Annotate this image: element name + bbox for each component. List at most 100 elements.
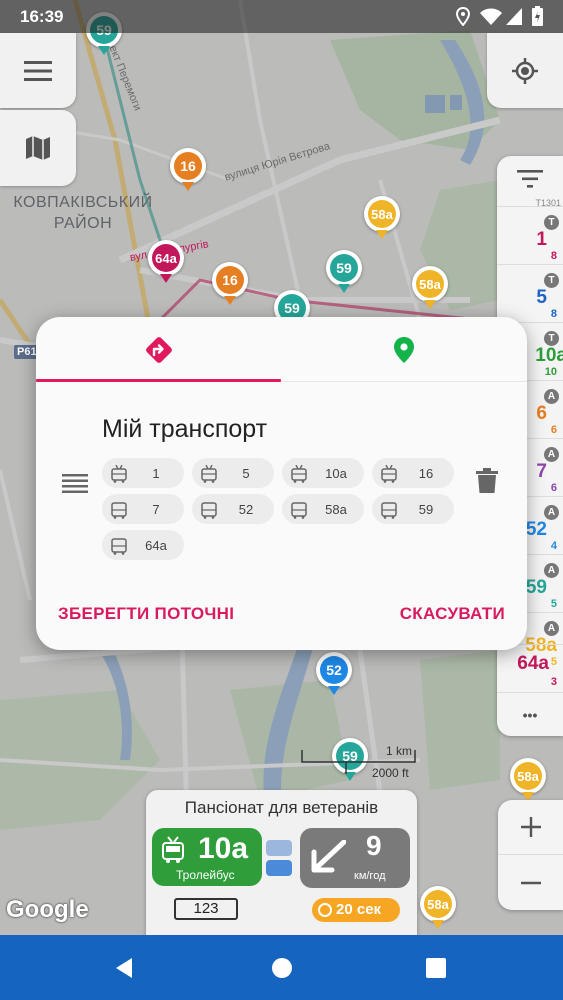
chip-label: 64а [145, 538, 167, 553]
route-type-badge: T [544, 331, 559, 346]
route-type-badge: T [544, 273, 559, 288]
chip-label: 7 [152, 502, 160, 517]
speed-value: 9 [366, 830, 382, 861]
pin-label: 16 [216, 266, 244, 294]
route-badge-10a[interactable]: 10а Тролейбус [152, 828, 262, 886]
route-number: 59 [525, 577, 547, 598]
route-row-64a[interactable]: 64а 3 [497, 644, 563, 690]
pin-label: 58а [424, 890, 452, 918]
trolleybus-icon [291, 465, 307, 483]
edit-group-dialog: Мій транспорт 1 5 10а 16 7 52 58а 59 64а [36, 317, 527, 650]
pin-label: 59 [330, 254, 358, 282]
route-chip-64a[interactable]: 64а [102, 530, 184, 560]
filter-button[interactable] [497, 156, 563, 202]
vehicle-pin[interactable]: 59 [326, 250, 362, 293]
route-chip-5[interactable]: 5 [192, 458, 274, 488]
status-bar: 16:39 [0, 0, 563, 33]
route-number: 64а [517, 653, 549, 674]
route-row-5[interactable]: T58 [497, 264, 563, 322]
back-icon[interactable] [114, 957, 134, 979]
hamburger-menu-icon [24, 60, 52, 81]
more-routes-button[interactable]: ••• [497, 692, 563, 736]
bus-icon [111, 502, 127, 519]
zoom-out-button[interactable] [498, 855, 563, 910]
route-count: 3 [550, 676, 557, 688]
route-chip-59[interactable]: 59 [372, 494, 454, 524]
map-scale: 1 km 2000 ft [300, 744, 420, 780]
vehicle-pin[interactable]: 52 [316, 652, 352, 695]
my-location-button[interactable] [487, 33, 563, 108]
signal-icon [506, 8, 522, 25]
route-number: 7 [536, 461, 547, 482]
vehicle-pin[interactable]: 58а [364, 196, 400, 239]
chip-label: 59 [418, 502, 434, 517]
zoom-in-button[interactable] [498, 800, 563, 855]
turn-right-icon [145, 337, 172, 363]
route-chip-10a[interactable]: 10а [282, 458, 364, 488]
route-chip-16[interactable]: 16 [372, 458, 454, 488]
tab-routes[interactable] [36, 317, 281, 383]
route-count: 6 [550, 482, 557, 494]
trash-icon [476, 468, 498, 493]
route-number: 5 [536, 287, 547, 308]
active-tab-indicator [36, 379, 281, 382]
route-count: 8 [550, 250, 557, 262]
route-chip-1[interactable]: 1 [102, 458, 184, 488]
vehicle-pin[interactable]: 16 [170, 148, 206, 191]
route-type-badge: A [544, 447, 559, 462]
bus-icon [201, 502, 217, 519]
vehicle-pin[interactable]: 58а [510, 758, 546, 801]
map-layers-button[interactable] [0, 110, 76, 186]
clock-icon [318, 903, 332, 917]
trolleybus-icon [381, 465, 397, 483]
plus-icon [520, 817, 541, 837]
vehicle-pin[interactable]: 16 [212, 262, 248, 305]
chip-label: 10а [325, 466, 347, 481]
route-type: Тролейбус [176, 868, 235, 882]
pin-label: 58а [416, 270, 444, 298]
vehicle-plate: 123 [174, 898, 238, 920]
menu-button[interactable] [0, 33, 76, 108]
pin-label: 52 [320, 656, 348, 684]
route-row-1[interactable]: T18 [497, 206, 563, 264]
save-current-button[interactable]: ЗБЕРЕГТИ ПОТОЧНІ [58, 604, 234, 624]
scale-ft: 2000 ft [372, 766, 409, 780]
speed-unit: км/год [354, 870, 386, 882]
navigation-bar [0, 935, 563, 1000]
route-chip-7[interactable]: 7 [102, 494, 184, 524]
group-title: Мій транспорт [102, 415, 268, 443]
bus-icon [381, 502, 397, 519]
drag-handle-icon[interactable] [62, 473, 88, 498]
district-label: КОВПАКІВСЬКИЙ РАЙОН [13, 194, 153, 232]
scale-km: 1 km [386, 744, 413, 758]
vehicle-pin[interactable]: 58а [420, 886, 456, 929]
bus-icon [291, 502, 307, 519]
stop-info-card[interactable]: Пансіонат для ветеранів 10а Тролейбус 9 … [146, 790, 417, 935]
cancel-button[interactable]: СКАСУВАТИ [400, 604, 505, 624]
home-icon[interactable] [271, 957, 293, 979]
recents-icon[interactable] [426, 958, 446, 978]
arrow-direction-icon [311, 840, 346, 873]
pin-label: 64а [152, 244, 180, 272]
vehicle-pin[interactable]: 58а [412, 266, 448, 309]
route-count: 4 [550, 540, 557, 552]
route-count: 8 [550, 308, 557, 320]
route-number: 10а [535, 345, 563, 366]
route-count: 5 [550, 598, 557, 610]
trolleybus-icon [162, 836, 184, 863]
battery-charging-icon [532, 6, 543, 26]
route-chip-52[interactable]: 52 [192, 494, 274, 524]
tab-stops[interactable] [281, 317, 526, 383]
my-location-icon [512, 57, 538, 84]
filter-icon [517, 170, 543, 188]
route-type-badge: T [544, 215, 559, 230]
google-logo: Google [6, 896, 89, 923]
zoom-controls [498, 800, 563, 910]
wifi-icon [266, 860, 292, 876]
route-number: 52 [525, 519, 547, 540]
vehicle-pin[interactable]: 64а [148, 240, 184, 283]
delete-group-button[interactable] [476, 468, 498, 499]
route-chip-58a[interactable]: 58а [282, 494, 364, 524]
pin-label: 58а [368, 200, 396, 228]
map-icon [26, 136, 50, 160]
